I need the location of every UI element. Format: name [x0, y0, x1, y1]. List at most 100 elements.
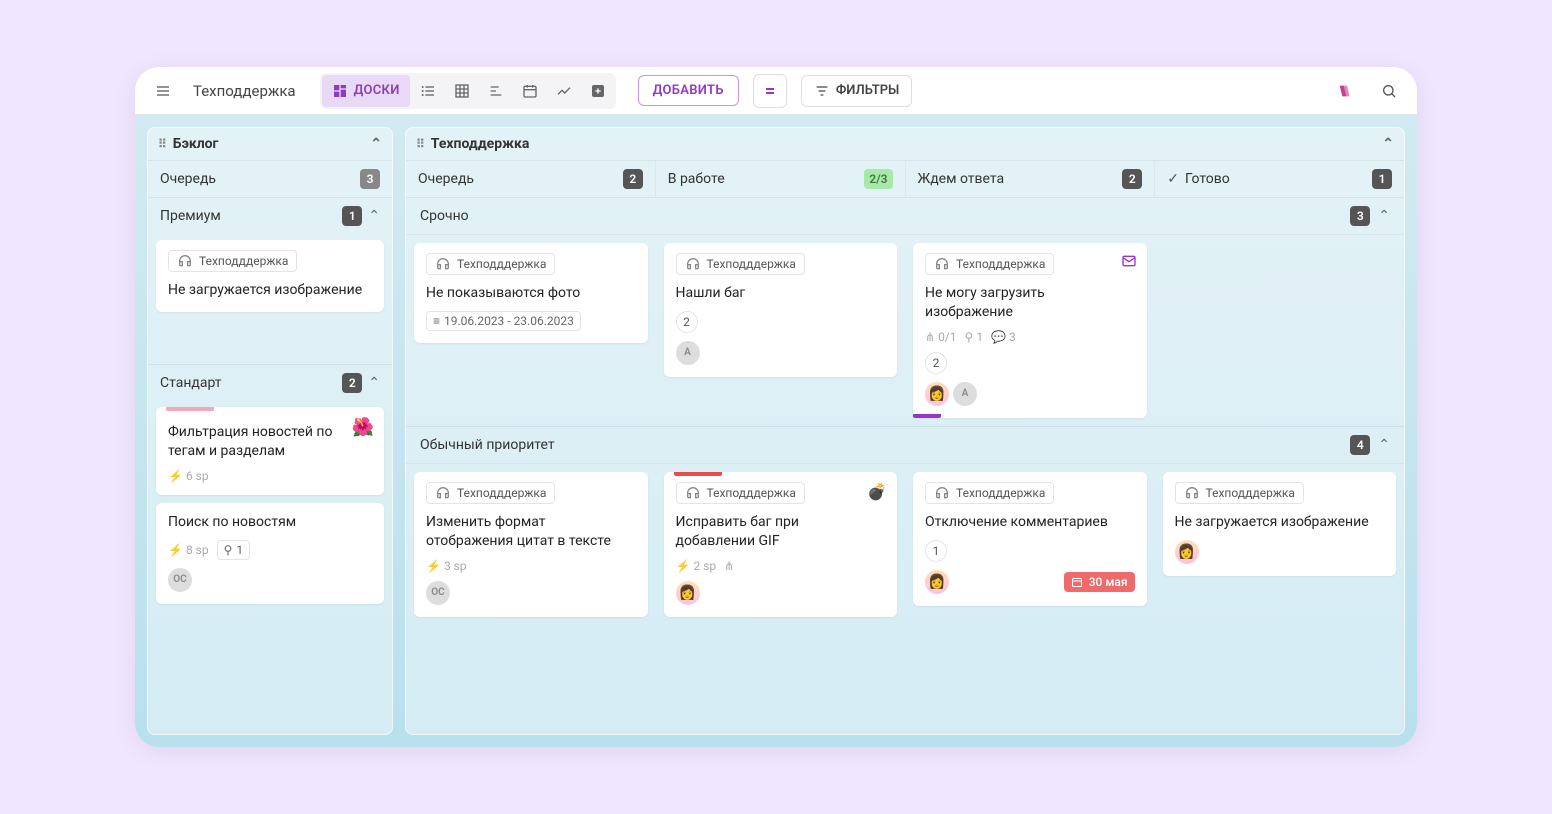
- menu-icon[interactable]: [147, 75, 179, 107]
- backlog-card[interactable]: Техподддержка Не загружается изображение: [156, 240, 384, 312]
- count-badge: 2: [1122, 169, 1142, 189]
- chevron-up-icon[interactable]: ⌃: [368, 375, 380, 391]
- card-tag: Техподддержка: [676, 482, 805, 504]
- sp-icon: ⚡ 8 sp: [168, 543, 209, 557]
- card[interactable]: Техподддержка Не могу загрузить изображе…: [913, 243, 1147, 418]
- equals-button[interactable]: [753, 74, 787, 108]
- avatar: [925, 570, 949, 594]
- count-badge: 2/3: [864, 169, 892, 189]
- filter-label: ФИЛЬТРЫ: [836, 83, 900, 98]
- column-waiting[interactable]: Ждем ответа 2: [906, 161, 1156, 197]
- card-title: Не могу загрузить изображение: [925, 284, 1135, 322]
- view-timeline-button[interactable]: [480, 75, 512, 107]
- card[interactable]: Техподддержка 💣 Исправить баг при добавл…: [664, 472, 898, 617]
- section-standard-count: 2: [342, 373, 362, 393]
- backlog-queue-row: Очередь 3: [148, 160, 392, 197]
- headset-icon: [934, 256, 950, 272]
- card-tag: Техподддержка: [426, 253, 555, 275]
- calendar-icon: [1071, 576, 1083, 588]
- card-title: Поиск по новостям: [168, 513, 372, 532]
- card-tag: Техподддержка: [925, 482, 1054, 504]
- backlog-header[interactable]: ⠿ Бэклог ⌃: [148, 128, 392, 160]
- card-tag: Техподддержка: [426, 482, 555, 504]
- card-title: Отключение комментариев: [925, 513, 1135, 532]
- due-date-pill: 30 мая: [1064, 572, 1135, 592]
- view-table-button[interactable]: [446, 75, 478, 107]
- card-title: Не загружается изображение: [1175, 513, 1385, 532]
- columns-header: Очередь 2 В работе 2/3 Ждем ответа 2 ✓ Г…: [406, 160, 1404, 197]
- section-premium-header[interactable]: Премиум 1 ⌃: [148, 197, 392, 234]
- count-badge: 2: [623, 169, 643, 189]
- app-window: Техподдержка ДОСКИ ДОБАВИТЬ ФИЛЬТРЫ: [135, 67, 1417, 747]
- chevron-up-icon[interactable]: ⌃: [1378, 437, 1390, 453]
- queue-count-badge: 3: [360, 169, 380, 189]
- view-add-button[interactable]: [582, 75, 614, 107]
- swimlane-urgent-header[interactable]: Срочно 3 ⌃: [406, 197, 1404, 234]
- card[interactable]: Техподддержка Не загружается изображение: [1163, 472, 1397, 576]
- grip-icon[interactable]: ⠿: [158, 137, 167, 151]
- view-list-button[interactable]: [412, 75, 444, 107]
- swimlane-normal-header[interactable]: Обычный приоритет 4 ⌃: [406, 426, 1404, 463]
- avatar: A: [953, 382, 977, 406]
- avatar: A: [676, 341, 700, 365]
- collapse-icon[interactable]: ⌃: [1382, 136, 1394, 152]
- section-standard-label: Стандарт: [160, 375, 222, 391]
- card-title: Изменить формат отображения цитат в текс…: [426, 513, 636, 551]
- backlog-card[interactable]: Поиск по новостям ⚡ 8 sp ⚲ 1 ОС: [156, 503, 384, 604]
- headset-icon: [685, 485, 701, 501]
- view-boards-button[interactable]: ДОСКИ: [322, 75, 410, 107]
- avatar: ОС: [426, 581, 450, 605]
- view-switcher: ДОСКИ: [320, 73, 616, 109]
- card-title: Нашли баг: [676, 284, 886, 303]
- card-title: Не показываются фото: [426, 284, 636, 303]
- headset-icon: [1184, 485, 1200, 501]
- search-icon[interactable]: [1373, 75, 1405, 107]
- view-chart-button[interactable]: [548, 75, 580, 107]
- swimlane-label: Обычный приоритет: [420, 437, 555, 453]
- card-tag: Техподддержка: [676, 253, 805, 275]
- grip-icon[interactable]: ⠿: [416, 137, 425, 151]
- avatar: [676, 581, 700, 605]
- column-in-progress[interactable]: В работе 2/3: [656, 161, 906, 197]
- collapse-icon[interactable]: ⌃: [370, 136, 382, 152]
- check-icon: ✓: [1167, 171, 1179, 187]
- bookmark-icon[interactable]: [1329, 75, 1361, 107]
- card-tag: Техподддержка: [168, 250, 297, 272]
- view-calendar-button[interactable]: [514, 75, 546, 107]
- sp-icon: ⚡ 2 sp: [676, 559, 717, 573]
- card[interactable]: Техподддержка Нашли баг 2 A: [664, 243, 898, 377]
- swimlane-label: Срочно: [420, 208, 469, 224]
- section-premium-count: 1: [342, 206, 362, 226]
- subtask-icon: ⋔: [724, 559, 734, 573]
- flower-icon: 🌺: [352, 417, 374, 438]
- toolbar: Техподдержка ДОСКИ ДОБАВИТЬ ФИЛЬТРЫ: [135, 67, 1417, 115]
- card[interactable]: Техподддержка Не показываются фото ≡ 19.…: [414, 243, 648, 343]
- board-header[interactable]: ⠿ Техподдержка ⌃: [406, 128, 1404, 160]
- count-badge: 1: [1372, 169, 1392, 189]
- section-standard-header[interactable]: Стандарт 2 ⌃: [148, 364, 392, 401]
- swimlane-urgent-body: Техподддержка Не показываются фото ≡ 19.…: [406, 234, 1404, 426]
- queue-label: Очередь: [160, 171, 216, 187]
- headset-icon: [934, 485, 950, 501]
- backlog-card[interactable]: 🌺 Фильтрация новостей по тегам и раздела…: [156, 407, 384, 495]
- card[interactable]: Техподддержка Отключение комментариев 1 …: [913, 472, 1147, 606]
- priority-stripe: [166, 407, 214, 411]
- column-done[interactable]: ✓ Готово 1: [1155, 161, 1404, 197]
- swimlane-count: 4: [1350, 435, 1370, 455]
- chevron-up-icon[interactable]: ⌃: [1378, 208, 1390, 224]
- sp-circle: 2: [676, 311, 698, 333]
- avatar: ОС: [168, 568, 192, 592]
- column-queue[interactable]: Очередь 2: [406, 161, 656, 197]
- attach-chip: ⚲ 1: [217, 540, 251, 560]
- page-title: Техподдержка: [193, 82, 296, 100]
- chevron-up-icon[interactable]: ⌃: [368, 208, 380, 224]
- bomb-icon: 💣: [867, 482, 887, 501]
- subtasks-icon: ⋔ 0/1: [925, 330, 957, 344]
- avatar: [1175, 540, 1199, 564]
- card[interactable]: Техподддержка Изменить формат отображени…: [414, 472, 648, 617]
- headset-icon: [435, 256, 451, 272]
- attach-icon: ⚲ 1: [965, 330, 984, 344]
- mail-icon: [1121, 253, 1137, 273]
- add-button[interactable]: ДОБАВИТЬ: [638, 75, 739, 106]
- filter-button[interactable]: ФИЛЬТРЫ: [801, 75, 913, 107]
